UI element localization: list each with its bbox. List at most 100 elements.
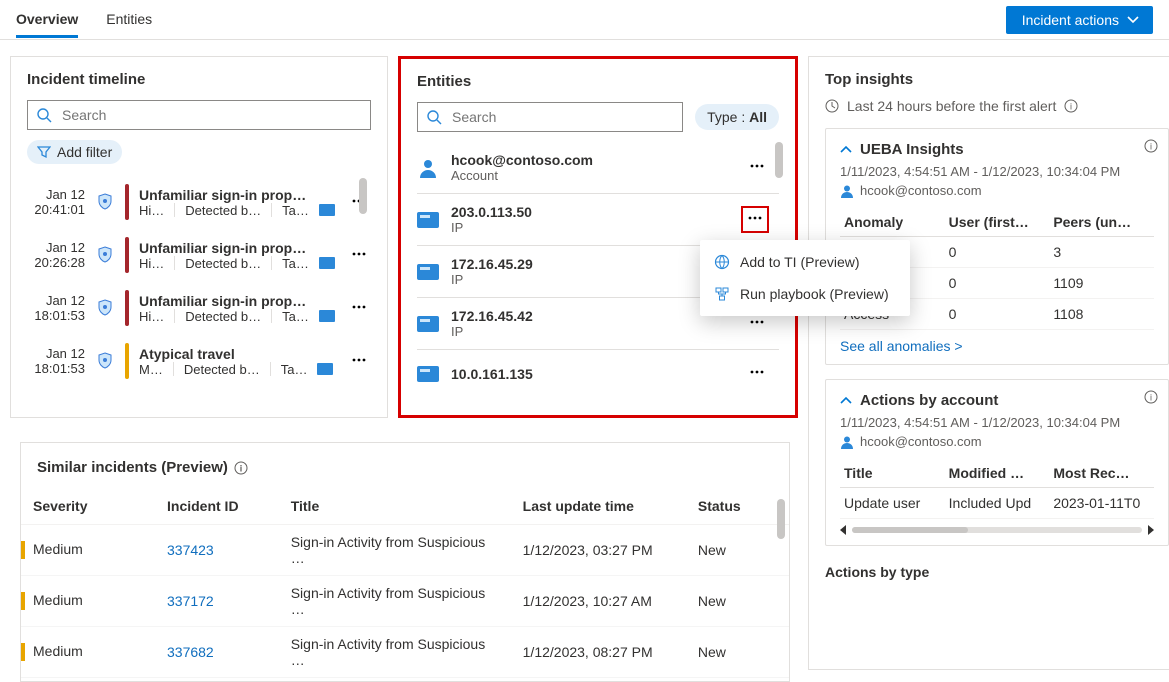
info-icon[interactable]: i xyxy=(234,461,248,475)
entities-title: Entities xyxy=(401,59,795,102)
scrollbar[interactable] xyxy=(359,178,367,214)
col-incident-id[interactable]: Incident ID xyxy=(155,488,279,525)
search-icon xyxy=(426,109,442,125)
entities-search-input[interactable] xyxy=(450,108,674,126)
ueba-range: 1/11/2023, 4:54:51 AM - 1/12/2023, 10:34… xyxy=(840,164,1154,179)
timeline-row[interactable]: Jan 1218:01:53 Atypical travel M…Detecte… xyxy=(27,337,371,390)
table-row[interactable]: Medium 337423 Sign-in Activity from Susp… xyxy=(21,525,789,576)
entity-more-button[interactable] xyxy=(745,360,769,387)
product-icon xyxy=(319,257,335,269)
entity-name: 10.0.161.135 xyxy=(451,366,733,382)
col-mostrec[interactable]: Most Rec… xyxy=(1049,459,1154,488)
entity-row[interactable]: hcook@contoso.com Account xyxy=(417,142,779,194)
timeline-item-title: Unfamiliar sign-in prop… xyxy=(139,293,337,309)
col-title[interactable]: Title xyxy=(279,488,511,525)
info-icon[interactable]: i xyxy=(1064,99,1078,113)
col-severity[interactable]: Severity xyxy=(21,488,155,525)
more-button[interactable] xyxy=(347,348,371,375)
timeline-search[interactable] xyxy=(27,100,371,130)
more-button[interactable] xyxy=(347,242,371,269)
svg-text:i: i xyxy=(1070,102,1072,112)
info-icon[interactable]: i xyxy=(1144,390,1158,407)
add-filter-label: Add filter xyxy=(57,144,112,160)
entity-type: IP xyxy=(451,220,729,235)
add-filter-button[interactable]: Add filter xyxy=(27,140,122,164)
incident-timeline-title: Incident timeline xyxy=(11,57,387,100)
table-row[interactable]: Medium 337682 Sign-in Activity from Susp… xyxy=(21,627,789,678)
similar-incidents-panel: Similar incidents (Preview) i Severity I… xyxy=(20,442,790,682)
col-title[interactable]: Title xyxy=(840,459,945,488)
see-all-anomalies-link[interactable]: See all anomalies > xyxy=(840,338,963,354)
col-modified[interactable]: Modified … xyxy=(945,459,1050,488)
ip-icon xyxy=(417,316,439,332)
tab-overview[interactable]: Overview xyxy=(16,1,78,38)
scrollbar[interactable] xyxy=(777,499,785,539)
timeline-row[interactable]: Jan 1220:26:28 Unfamiliar sign-in prop… … xyxy=(27,231,371,284)
clock-icon xyxy=(825,99,839,113)
timeline-row[interactable]: Jan 12 20:41:01 Unfamiliar sign-in prop…… xyxy=(27,178,371,231)
ueba-actor: hcook@contoso.com xyxy=(860,183,982,198)
table-row[interactable]: Medium 337172 Sign-in Activity from Susp… xyxy=(21,576,789,627)
incident-id-link[interactable]: 337423 xyxy=(167,542,214,558)
chevron-up-icon xyxy=(840,144,852,156)
actions-account-table: Title Modified … Most Rec… Update userIn… xyxy=(840,459,1154,519)
actions-account-range: 1/11/2023, 4:54:51 AM - 1/12/2023, 10:34… xyxy=(840,415,1154,430)
chevron-down-icon xyxy=(1127,14,1139,26)
playbook-icon xyxy=(714,286,730,302)
entity-name: 203.0.113.50 xyxy=(451,204,729,220)
scrollbar[interactable] xyxy=(775,142,783,178)
col-last-update[interactable]: Last update time xyxy=(511,488,686,525)
severity-bar xyxy=(21,592,25,610)
table-row[interactable]: Update userIncluded Upd2023-01-11T0 xyxy=(840,488,1154,519)
globe-icon xyxy=(714,254,730,270)
add-to-ti-menuitem[interactable]: Add to TI (Preview) xyxy=(700,246,910,278)
svg-text:i: i xyxy=(1150,393,1152,403)
ip-icon xyxy=(417,264,439,280)
col-peers[interactable]: Peers (un… xyxy=(1049,208,1154,237)
incident-id-link[interactable]: 337172 xyxy=(167,593,214,609)
entity-more-button[interactable] xyxy=(745,154,769,181)
run-playbook-menuitem[interactable]: Run playbook (Preview) xyxy=(700,278,910,310)
card-toggle[interactable]: Actions by account xyxy=(840,392,1154,409)
timeline-timestamp: Jan 1220:26:28 xyxy=(27,240,85,270)
entity-more-button[interactable] xyxy=(741,206,769,233)
entity-type: IP xyxy=(451,324,733,339)
entity-context-menu: Add to TI (Preview) Run playbook (Previe… xyxy=(700,240,910,316)
entities-type-filter[interactable]: Type : All xyxy=(695,104,779,130)
col-user[interactable]: User (first… xyxy=(945,208,1050,237)
top-insights-panel: Top insights Last 24 hours before the fi… xyxy=(808,56,1169,670)
entity-row[interactable]: 203.0.113.50 IP xyxy=(417,194,779,246)
timeline-search-input[interactable] xyxy=(60,106,362,124)
timeline-item-title: Unfamiliar sign-in prop… xyxy=(139,240,337,256)
timeline-row[interactable]: Jan 1218:01:53 Unfamiliar sign-in prop… … xyxy=(27,284,371,337)
entity-name: 172.16.45.29 xyxy=(451,256,733,272)
tab-entities[interactable]: Entities xyxy=(106,1,152,38)
account-icon xyxy=(840,184,854,198)
entity-row[interactable]: 10.0.161.135 xyxy=(417,350,779,397)
entity-type: Account xyxy=(451,168,733,183)
incident-status: New xyxy=(686,525,789,576)
entity-type: IP xyxy=(451,272,733,287)
top-insights-title: Top insights xyxy=(825,71,1169,98)
col-status[interactable]: Status xyxy=(686,488,789,525)
product-icon xyxy=(319,204,335,216)
actions-by-account-card: i Actions by account 1/11/2023, 4:54:51 … xyxy=(825,379,1169,546)
incident-id-link[interactable]: 337682 xyxy=(167,644,214,660)
severity-bar xyxy=(125,237,129,273)
incident-actions-button[interactable]: Incident actions xyxy=(1006,6,1153,34)
severity-bar xyxy=(125,184,129,220)
incident-actions-label: Incident actions xyxy=(1022,12,1119,28)
col-anomaly[interactable]: Anomaly xyxy=(840,208,945,237)
entities-search[interactable] xyxy=(417,102,683,132)
product-icon xyxy=(319,310,335,322)
severity-bar xyxy=(21,643,25,661)
info-icon[interactable]: i xyxy=(1144,139,1158,156)
shield-icon xyxy=(95,351,115,371)
severity-bar xyxy=(21,541,25,559)
more-button[interactable] xyxy=(347,295,371,322)
horizontal-scrollbar[interactable] xyxy=(840,525,1154,535)
add-to-ti-label: Add to TI (Preview) xyxy=(740,254,860,270)
shield-icon xyxy=(95,192,115,212)
svg-text:i: i xyxy=(240,463,243,473)
card-toggle[interactable]: UEBA Insights xyxy=(840,141,1154,158)
